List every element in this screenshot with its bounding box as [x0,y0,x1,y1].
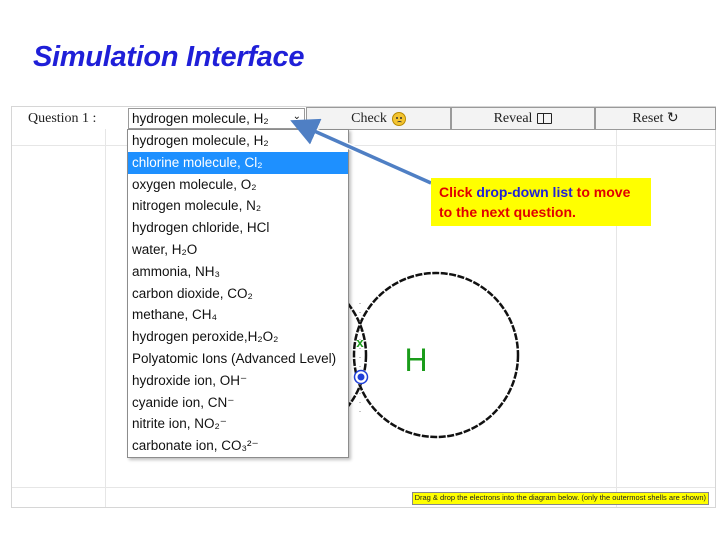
simulation-panel: x H Question 1 : hydrogen molecule, H₂ ⌄… [11,106,716,508]
dropdown-option[interactable]: nitrogen molecule, N₂ [128,195,348,217]
book-icon [537,113,553,124]
confused-face-icon [391,111,406,126]
question-label: Question 1 : [28,111,97,126]
dropdown-option[interactable]: cyanide ion, CN⁻ [128,392,348,414]
reveal-button-label: Reveal [493,110,533,126]
callout-highlight: drop-down list [476,184,573,200]
atom-diagram: x H [200,271,520,439]
check-button[interactable]: Check [306,107,451,130]
dropdown-option[interactable]: hydrogen peroxide,H₂O₂ [128,326,348,348]
question-select[interactable]: hydrogen molecule, H₂ ⌄ [128,108,305,129]
reset-button[interactable]: Reset ↻ [595,107,716,130]
dropdown-option-highlighted[interactable]: chlorine molecule, Cl₂ [128,151,348,174]
question-select-value: hydrogen molecule, H₂ [132,111,269,126]
electron-dot-core [357,373,365,381]
instruction-note: Drag & drop the electrons into the diagr… [411,492,709,505]
callout-text-part1: Click [439,184,477,200]
dropdown-option[interactable]: hydrogen chloride, HCl [128,217,348,239]
dropdown-option[interactable]: nitrite ion, NO₂⁻ [128,413,348,435]
reset-button-label: Reset ↻ [632,111,679,126]
slide-title: Simulation Interface [33,41,305,73]
electron-cross: x [356,335,364,350]
dropdown-option[interactable]: carbon dioxide, CO₂ [128,283,348,305]
question-dropdown-list[interactable]: hydrogen molecule, H₂ chlorine molecule,… [127,129,349,458]
hydrogen-shell-right [352,271,520,439]
dropdown-option[interactable]: ammonia, NH₃ [128,261,348,283]
callout-box: Click drop-down list to move to the next… [431,178,651,226]
chevron-down-icon: ⌄ [292,111,301,122]
dropdown-option[interactable]: water, H₂O [128,239,348,261]
atom-symbol-label: H [404,342,427,378]
dropdown-option[interactable]: Polyatomic Ions (Advanced Level) [128,348,348,370]
dropdown-option[interactable]: oxygen molecule, O₂ [128,174,348,196]
dropdown-option[interactable]: hydrogen molecule, H₂ [128,130,348,152]
reveal-button[interactable]: Reveal [451,107,595,130]
dropdown-option[interactable]: hydroxide ion, OH⁻ [128,370,348,392]
check-button-label: Check [351,110,387,126]
dropdown-option[interactable]: carbonate ion, CO₃²⁻ [128,435,348,457]
dropdown-option[interactable]: methane, CH₄ [128,304,348,326]
